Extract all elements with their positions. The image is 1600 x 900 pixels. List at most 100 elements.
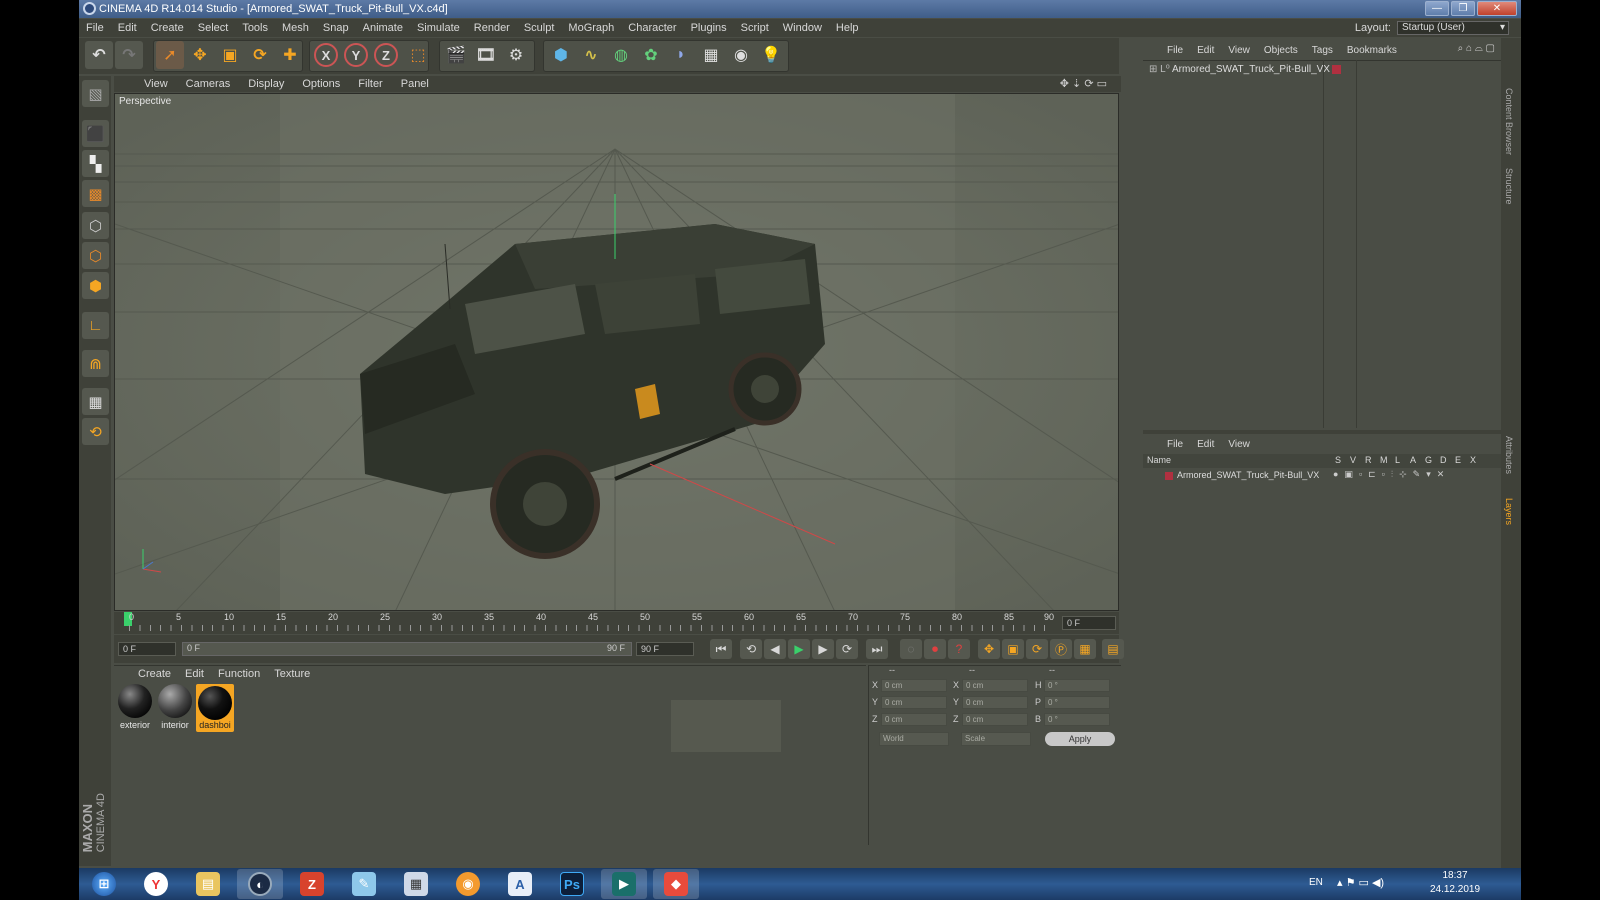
size-y-field[interactable]: 0 cm: [962, 696, 1028, 709]
z-axis-icon[interactable]: Z: [374, 43, 398, 67]
add-icon[interactable]: ✚: [276, 41, 304, 69]
photoshop-taskbar-button[interactable]: Ps: [549, 869, 595, 899]
layer-toggle-icons[interactable]: ●▣▫⊏▫⫶⊹✎▾✕: [1333, 469, 1450, 480]
terminal-taskbar-button[interactable]: ▶: [601, 869, 647, 899]
menu-simulate[interactable]: Simulate: [410, 19, 467, 37]
size-x-field[interactable]: 0 cm: [962, 679, 1028, 692]
cinema4d-taskbar-button[interactable]: ◐: [237, 869, 283, 899]
texture-mode-icon[interactable]: ▚: [82, 150, 109, 177]
start-frame-field[interactable]: 0 F: [118, 642, 176, 656]
light-icon[interactable]: 💡: [757, 41, 785, 69]
live-select-icon[interactable]: ➚: [156, 41, 184, 69]
render-picture-icon[interactable]: 🎞: [472, 41, 500, 69]
snap-grid-icon[interactable]: ▦: [82, 388, 109, 415]
menu-create[interactable]: Create: [144, 19, 191, 37]
array-icon[interactable]: ✿: [637, 41, 665, 69]
menu-character[interactable]: Character: [621, 19, 683, 37]
material-menu-texture[interactable]: Texture: [268, 668, 318, 680]
menu-edit[interactable]: Edit: [111, 19, 144, 37]
viewport-nav-icons[interactable]: ✥ ⇣ ⟳ ▭: [1050, 77, 1115, 90]
viewport-menu-cameras[interactable]: Cameras: [176, 78, 239, 90]
material-menu-edit[interactable]: Edit: [179, 668, 212, 680]
menu-file[interactable]: File: [79, 19, 111, 37]
floor-icon[interactable]: ▦: [697, 41, 725, 69]
autokey-icon[interactable]: ?: [948, 639, 970, 659]
om-menu-edit[interactable]: Edit: [1191, 45, 1222, 56]
menu-select[interactable]: Select: [191, 19, 236, 37]
viewport-menu-display[interactable]: Display: [238, 78, 292, 90]
motion-record-icon[interactable]: ◌: [900, 639, 922, 659]
tab-layers[interactable]: Layers: [1504, 498, 1514, 525]
tray-icons[interactable]: ▴ ⚑ ▭ ◀): [1337, 876, 1384, 889]
material-exterior[interactable]: exterior: [116, 684, 154, 732]
key-rotation-icon[interactable]: ⟳: [1026, 639, 1048, 659]
minimize-button[interactable]: —: [1425, 1, 1449, 16]
material-dashboard[interactable]: dashboi: [196, 684, 234, 732]
3d-viewport[interactable]: Perspective: [114, 93, 1119, 611]
material-interior[interactable]: interior: [156, 684, 194, 732]
om-menu-file[interactable]: File: [1161, 45, 1191, 56]
menu-mesh[interactable]: Mesh: [275, 19, 316, 37]
model-mode-icon[interactable]: ⬛: [82, 120, 109, 147]
previous-key-icon[interactable]: ⟲: [740, 639, 762, 659]
tab-attributes[interactable]: Attributes: [1504, 436, 1514, 474]
next-key-icon[interactable]: ⟳: [836, 639, 858, 659]
om-menu-objects[interactable]: Objects: [1258, 45, 1306, 56]
spline-icon[interactable]: ∿: [577, 41, 605, 69]
size-z-field[interactable]: 0 cm: [962, 713, 1028, 726]
magnet-icon[interactable]: ⋒: [82, 350, 109, 377]
menu-snap[interactable]: Snap: [316, 19, 356, 37]
search-icon[interactable]: ⌕ ⌂ ⌓ ▢: [1458, 43, 1495, 54]
start-button[interactable]: ⊞: [81, 869, 127, 899]
calculator-taskbar-button[interactable]: ▦: [393, 869, 439, 899]
maximize-button[interactable]: ❐: [1451, 1, 1475, 16]
record-icon[interactable]: ⏺: [924, 639, 946, 659]
cube-icon[interactable]: ⬢: [547, 41, 575, 69]
layout-select[interactable]: Startup (User) ▾: [1397, 21, 1509, 35]
viewport-menu-filter[interactable]: Filter: [348, 78, 390, 90]
menu-sculpt[interactable]: Sculpt: [517, 19, 562, 37]
next-frame-icon[interactable]: ▶: [812, 639, 834, 659]
camera-icon[interactable]: ◉: [727, 41, 755, 69]
rotation-b-field[interactable]: 0 °: [1044, 713, 1110, 726]
rotate-icon[interactable]: ⟳: [246, 41, 274, 69]
object-row[interactable]: ⊞ L⁰ Armored_SWAT_Truck_Pit-Bull_VX: [1149, 64, 1330, 75]
menu-mograph[interactable]: MoGraph: [561, 19, 621, 37]
edges-mode-icon[interactable]: ⬡: [82, 242, 109, 269]
tab-structure[interactable]: Structure: [1504, 168, 1514, 205]
position-y-field[interactable]: 0 cm: [881, 696, 947, 709]
size-mode-select[interactable]: Scale: [961, 732, 1031, 746]
lm-menu-file[interactable]: File: [1161, 439, 1191, 450]
key-position-icon[interactable]: ✥: [978, 639, 1000, 659]
notepad-taskbar-button[interactable]: ✎: [341, 869, 387, 899]
anydesk-taskbar-button[interactable]: ◆: [653, 869, 699, 899]
points-mode-icon[interactable]: ⬡: [82, 212, 109, 239]
x-axis-icon[interactable]: X: [314, 43, 338, 67]
viewer-taskbar-button[interactable]: ◉: [445, 869, 491, 899]
om-menu-tags[interactable]: Tags: [1306, 45, 1341, 56]
deformer-icon[interactable]: ◗: [667, 41, 695, 69]
menu-script[interactable]: Script: [734, 19, 776, 37]
render-settings-icon[interactable]: ⚙: [502, 41, 530, 69]
apply-button[interactable]: Apply: [1045, 732, 1115, 746]
go-to-end-icon[interactable]: ⏭: [866, 639, 888, 659]
menu-plugins[interactable]: Plugins: [684, 19, 734, 37]
locked-workplane-icon[interactable]: ⟲: [82, 418, 109, 445]
make-editable-icon[interactable]: ▧: [82, 80, 109, 107]
viewport-menu-view[interactable]: View: [134, 78, 176, 90]
material-menu-function[interactable]: Function: [212, 668, 268, 680]
timeline-ruler[interactable]: 0 5 10 15 20 25 30 35 40 45 50 55 60 65 …: [114, 612, 1119, 634]
filezilla-taskbar-button[interactable]: Z: [289, 869, 335, 899]
coord-mode-select[interactable]: World: [879, 732, 949, 746]
world-coord-icon[interactable]: ⬚: [404, 41, 432, 69]
layer-row[interactable]: Armored_SWAT_Truck_Pit-Bull_VX ●▣▫⊏▫⫶⊹✎▾…: [1153, 469, 1493, 483]
key-pla-icon[interactable]: ▦: [1074, 639, 1096, 659]
timeline-window-icon[interactable]: ▤: [1102, 639, 1124, 659]
workplane-icon[interactable]: ▩: [82, 180, 109, 207]
close-button[interactable]: ✕: [1477, 1, 1517, 16]
axis-mode-icon[interactable]: ∟: [82, 312, 109, 339]
nurbs-icon[interactable]: ◍: [607, 41, 635, 69]
go-to-start-icon[interactable]: ⏮: [710, 639, 732, 659]
menu-animate[interactable]: Animate: [356, 19, 410, 37]
redo-icon[interactable]: ↷: [115, 41, 143, 69]
